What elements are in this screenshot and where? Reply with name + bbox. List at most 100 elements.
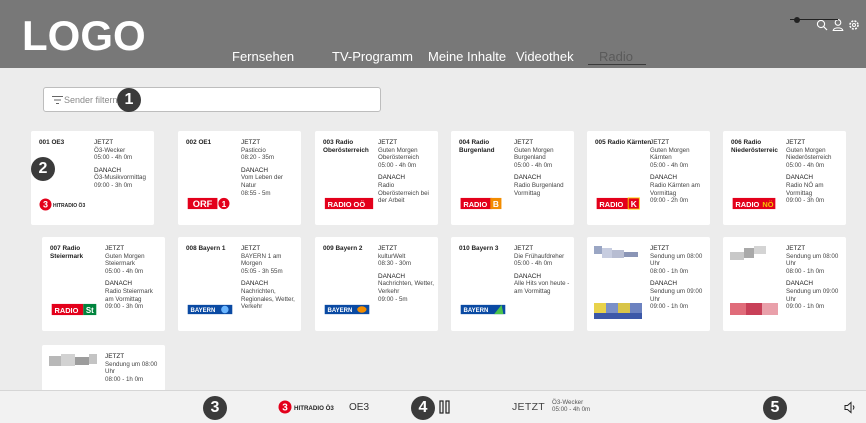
epg-info: JETZT Guten Morgen Niederösterreich 05:0… <box>786 139 844 205</box>
svg-text:ORF: ORF <box>193 199 213 209</box>
channel-card[interactable]: 008 Bayern 1 JETZT BAYERN 1 am Morgen 05… <box>178 237 301 331</box>
now-time: 05:00 - 4h 0m <box>650 161 689 169</box>
active-tab-underline <box>588 64 646 65</box>
channel-card[interactable]: JETZT Sendung um 08:00 Uhr 08:00 - 1h 0m… <box>587 237 710 331</box>
channel-card[interactable]: 003 Radio Oberösterreich JETZT Guten Mor… <box>315 131 438 225</box>
player-channel-name: OE3 <box>349 402 370 413</box>
search-icon[interactable] <box>816 18 828 32</box>
now-time: 08:30 - 30m <box>378 260 412 268</box>
channel-logo: RADIO NÖ <box>732 197 776 210</box>
channel-logo: RADIO K <box>596 197 640 210</box>
now-time: 05:00 - 4h 0m <box>514 260 553 268</box>
now-time: 08:00 - 1h 0m <box>105 375 144 383</box>
svg-text:1: 1 <box>222 199 227 209</box>
next-label: DANACH <box>514 272 541 280</box>
svg-text:RADIO: RADIO <box>463 200 487 209</box>
logo[interactable]: LOGO <box>22 12 146 60</box>
now-show: kulturWelt <box>378 252 406 260</box>
player-now-info: Ö3-Wecker 05:00 - 4h 0m <box>552 399 590 414</box>
next-label: DANACH <box>650 280 677 288</box>
now-label: JETZT <box>786 245 806 252</box>
channel-card[interactable]: 009 Bayern 2 JETZT kulturWelt 08:30 - 30… <box>315 237 438 331</box>
channel-name: 002 OE1 <box>186 139 212 146</box>
channel-name: 006 Radio Niederösterreic <box>731 139 778 154</box>
channel-logo: ORF 1 <box>187 197 230 209</box>
placeholder-logo <box>730 303 778 315</box>
next-label: DANACH <box>650 174 677 182</box>
next-label: DANACH <box>378 272 405 280</box>
now-label: JETZT <box>378 139 398 146</box>
next-show: Nachrichten, Regionales, Wetter, Verkehr <box>241 287 295 311</box>
now-show: Guten Morgen Oberösterreich <box>378 146 419 162</box>
marker-4: 4 <box>411 396 435 420</box>
marker-1: 1 <box>117 88 141 112</box>
epg-info: JETZT Pasticcio 08:20 - 35m DANACH Vom L… <box>241 139 299 197</box>
channel-card[interactable]: 007 Radio Steiermark JETZT Guten Morgen … <box>42 237 165 331</box>
marker-5: 5 <box>763 396 787 420</box>
player-now-label: JETZT <box>512 401 545 413</box>
now-label: JETZT <box>514 139 534 146</box>
epg-info: JETZT Die Frühaufdreher 05:00 - 4h 0m DA… <box>514 245 572 296</box>
svg-text:HITRADIO Ö3: HITRADIO Ö3 <box>294 405 334 412</box>
epg-info: JETZT Ö3-Wecker 05:00 - 4h 0m DANACH Ö3-… <box>94 139 152 190</box>
channel-card[interactable]: 005 Radio Kärnten JETZT Guten Morgen Kär… <box>587 131 710 225</box>
svg-text:HITRADIO Ö3: HITRADIO Ö3 <box>53 202 85 209</box>
channel-card[interactable]: JETZT Sendung um 08:00 Uhr 08:00 - 1h 0m… <box>723 237 846 331</box>
channel-card[interactable]: 004 Radio Burgenland JETZT Guten Morgen … <box>451 131 574 225</box>
now-show: Ö3-Wecker <box>94 146 126 154</box>
next-time: 09:00 - 1h 0m <box>786 303 825 311</box>
channel-card[interactable]: 010 Bayern 3 JETZT Die Frühaufdreher 05:… <box>451 237 574 331</box>
filter-input[interactable] <box>64 92 364 108</box>
svg-text:NÖ: NÖ <box>762 200 773 209</box>
next-show: Radio Burgenland Vormittag <box>514 181 564 197</box>
player-now-show: Ö3-Wecker <box>552 399 584 406</box>
now-time: 05:00 - 4h 0m <box>378 161 417 169</box>
channel-logo: RADIO OÖ <box>324 197 374 210</box>
epg-info: JETZT Sendung um 08:00 Uhr 08:00 - 1h 0m… <box>650 245 708 311</box>
channel-name: 009 Bayern 2 <box>323 245 363 252</box>
now-label: JETZT <box>241 245 261 252</box>
now-show: Pasticcio <box>241 146 266 154</box>
channel-logo: 3 HITRADIO Ö3 <box>39 198 90 211</box>
now-time: 08:00 - 1h 0m <box>650 267 689 275</box>
next-show: Sendung um 09:00 Uhr <box>650 287 703 303</box>
channel-card[interactable]: 002 OE1 JETZT Pasticcio 08:20 - 35m DANA… <box>178 131 301 225</box>
tab-meine-inhalte[interactable]: Meine Inhalte <box>428 49 506 64</box>
now-time: 05:00 - 4h 0m <box>786 161 825 169</box>
channel-filter[interactable] <box>43 87 381 112</box>
epg-info: JETZT Guten Morgen Oberösterreich 05:00 … <box>378 139 436 205</box>
now-label: JETZT <box>650 139 670 146</box>
svg-text:RADIO OÖ: RADIO OÖ <box>328 200 366 209</box>
epg-info: JETZT Sendung um 08:00 Uhr 08:00 - 1h 0m… <box>786 245 844 311</box>
user-icon[interactable] <box>832 18 844 32</box>
tab-tv-programm[interactable]: TV-Programm <box>332 49 413 64</box>
volume-icon[interactable] <box>844 401 857 414</box>
next-time: 09:00 - 5m <box>378 295 408 303</box>
svg-text:3: 3 <box>282 403 288 414</box>
tab-videothek[interactable]: Videothek <box>516 49 574 64</box>
now-label: JETZT <box>514 245 534 252</box>
player-channel-logo: 3 HITRADIO Ö3 <box>278 400 334 414</box>
epg-info: JETZT Guten Morgen Kärnten 05:00 - 4h 0m… <box>650 139 708 205</box>
epg-info: JETZT kulturWelt 08:30 - 30m DANACH Nach… <box>378 245 436 303</box>
now-show: BAYERN 1 am Morgen <box>241 252 282 268</box>
svg-text:BAYERN: BAYERN <box>191 308 216 314</box>
filter-icon <box>52 96 63 104</box>
now-time: 08:20 - 35m <box>241 154 275 162</box>
settings-icon[interactable] <box>848 18 860 32</box>
svg-text:3: 3 <box>43 200 48 210</box>
next-time: 09:00 - 3h 0m <box>786 197 825 205</box>
tab-radio[interactable]: Radio <box>599 49 633 64</box>
now-show: Sendung um 08:00 Uhr <box>650 252 703 268</box>
app-window: LOGO Fernsehen TV-Programm Meine Inhalte… <box>0 0 866 423</box>
channel-card[interactable]: JETZT Sendung um 08:00 Uhr 08:00 - 1h 0m <box>42 345 165 391</box>
header-icons <box>816 18 860 32</box>
pause-icon[interactable] <box>438 400 452 414</box>
tab-fernsehen[interactable]: Fernsehen <box>232 49 294 64</box>
epg-info: JETZT Guten Morgen Burgenland 05:00 - 4h… <box>514 139 572 197</box>
now-time: 05:00 - 4h 0m <box>94 154 133 162</box>
player-now-time: 05:00 - 4h 0m <box>552 406 591 414</box>
next-label: DANACH <box>241 166 268 174</box>
now-time: 05:05 - 3h 55m <box>241 267 283 275</box>
channel-card[interactable]: 006 Radio Niederösterreic JETZT Guten Mo… <box>723 131 846 225</box>
